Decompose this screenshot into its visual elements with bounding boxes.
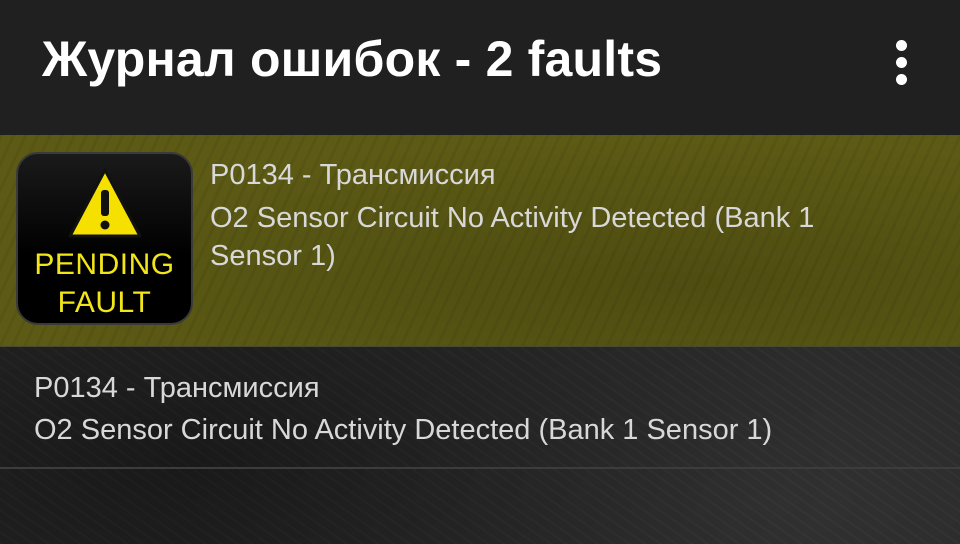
badge-label-pending: PENDING xyxy=(34,248,175,281)
fault-description: O2 Sensor Circuit No Activity Detected (… xyxy=(210,202,815,272)
app-bar: Журнал ошибок - 2 faults xyxy=(0,0,960,135)
fault-row-pending[interactable]: PENDING FAULT P0134 - Трансмиссия O2 Sen… xyxy=(0,135,960,347)
overflow-dot xyxy=(895,56,907,68)
badge-label-fault: FAULT xyxy=(57,286,152,319)
overflow-dot xyxy=(895,39,907,51)
pending-fault-badge: PENDING FAULT xyxy=(16,152,193,325)
fault-code: P0134 - Трансмиссия xyxy=(210,159,496,191)
page-title: Журнал ошибок - 2 faults xyxy=(42,31,663,87)
fault-code: P0134 - Трансмиссия xyxy=(34,372,320,404)
fault-description: O2 Sensor Circuit No Activity Detected (… xyxy=(34,414,773,446)
more-vert-icon[interactable] xyxy=(876,34,926,90)
warning-triangle-icon xyxy=(68,168,142,238)
overflow-dot xyxy=(895,73,907,85)
fault-row[interactable]: P0134 - Трансмиссия O2 Sensor Circuit No… xyxy=(0,347,960,469)
fault-list: PENDING FAULT P0134 - Трансмиссия O2 Sen… xyxy=(0,135,960,544)
